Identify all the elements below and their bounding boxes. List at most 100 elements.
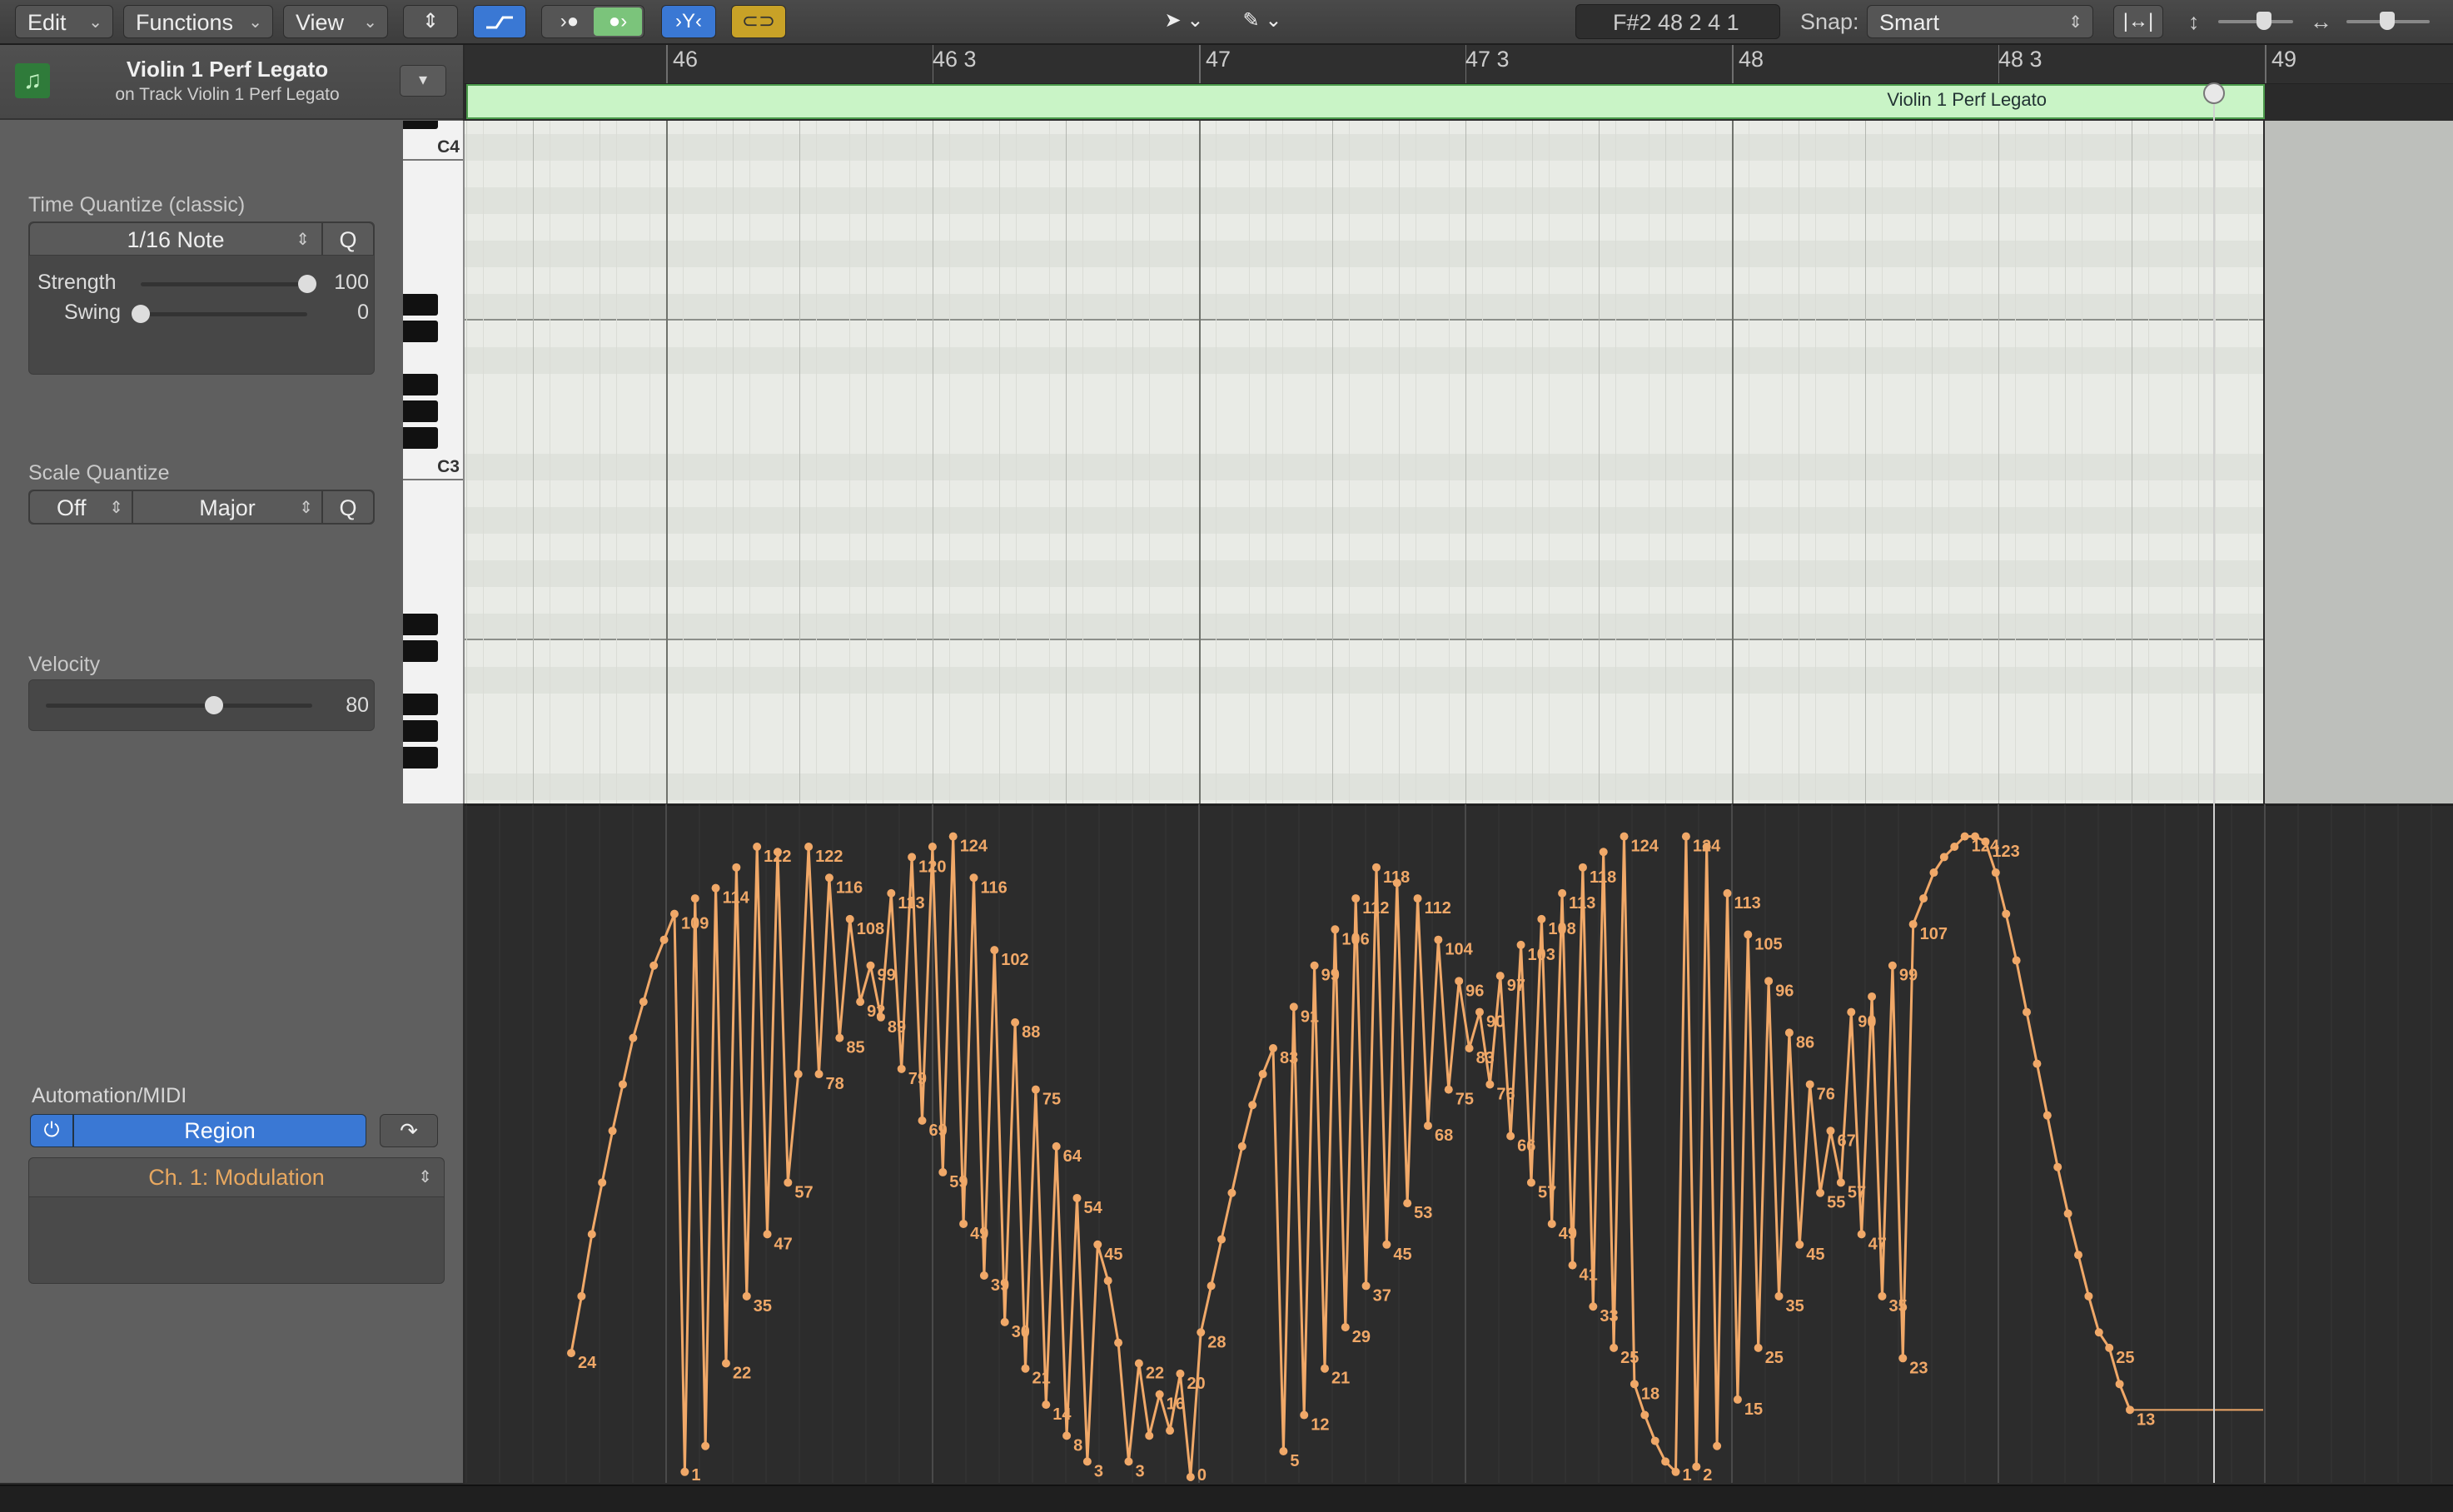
- automation-point[interactable]: [1031, 1085, 1040, 1094]
- automation-point[interactable]: [1723, 888, 1732, 898]
- automation-point[interactable]: [1341, 1323, 1350, 1332]
- automation-point[interactable]: [1744, 930, 1753, 939]
- automation-point[interactable]: [1072, 1193, 1082, 1202]
- black-key[interactable]: [403, 614, 438, 635]
- automation-point[interactable]: [1258, 1070, 1267, 1079]
- automation-point[interactable]: [1392, 878, 1401, 888]
- vertical-zoom-knob[interactable]: [2256, 12, 2271, 30]
- automation-mode-button[interactable]: Region: [73, 1114, 366, 1147]
- automation-point[interactable]: [1857, 1230, 1866, 1239]
- automation-point[interactable]: [639, 997, 648, 1007]
- automation-point[interactable]: [1207, 1281, 1216, 1291]
- automation-point[interactable]: [1269, 1044, 1278, 1053]
- automation-point[interactable]: [2115, 1380, 2124, 1389]
- automation-point[interactable]: [1093, 1240, 1102, 1249]
- automation-point[interactable]: [1692, 1462, 1701, 1471]
- automation-point[interactable]: [1413, 894, 1422, 903]
- automation-point[interactable]: [1495, 972, 1505, 981]
- piano-roll-grid[interactable]: [465, 121, 2263, 803]
- automation-point[interactable]: [753, 843, 762, 852]
- black-key[interactable]: [403, 640, 438, 662]
- black-key[interactable]: [403, 374, 438, 395]
- pencil-tool-menu[interactable]: ✎ ⌄: [1229, 5, 1296, 38]
- automation-point[interactable]: [1516, 940, 1525, 949]
- automation-point[interactable]: [1908, 920, 1918, 929]
- automation-point[interactable]: [845, 914, 854, 923]
- automation-point[interactable]: [577, 1291, 586, 1301]
- automation-point[interactable]: [1816, 1188, 1825, 1197]
- automation-point[interactable]: [1950, 843, 1959, 852]
- automation-point[interactable]: [1134, 1359, 1143, 1368]
- automation-point[interactable]: [1145, 1431, 1154, 1440]
- automation-point[interactable]: [1558, 888, 1567, 898]
- automation-point[interactable]: [1321, 1364, 1330, 1373]
- automation-point[interactable]: [2074, 1251, 2083, 1260]
- automation-point[interactable]: [1589, 1302, 1598, 1311]
- automation-point[interactable]: [680, 1467, 689, 1476]
- automation-point[interactable]: [1186, 1473, 1195, 1481]
- automation-point[interactable]: [1052, 1141, 1061, 1151]
- automation-point[interactable]: [1805, 1080, 1814, 1089]
- black-key[interactable]: [403, 294, 438, 316]
- scale-quantize-q-button[interactable]: Q: [322, 490, 374, 524]
- automation-point[interactable]: [1702, 843, 1711, 852]
- automation-point[interactable]: [918, 1116, 927, 1125]
- automation-point[interactable]: [1650, 1436, 1659, 1445]
- automation-point[interactable]: [618, 1080, 627, 1089]
- automation-point[interactable]: [1764, 977, 1774, 986]
- black-key[interactable]: [403, 321, 438, 342]
- automation-point[interactable]: [773, 848, 782, 857]
- automation-curve-button[interactable]: ↷: [380, 1114, 438, 1147]
- collapse-tool-button[interactable]: ⇕: [403, 5, 458, 38]
- automation-point[interactable]: [1713, 1441, 1722, 1450]
- automation-point[interactable]: [1733, 1395, 1742, 1404]
- automation-point[interactable]: [1888, 961, 1897, 970]
- horizontal-zoom-knob[interactable]: [2380, 12, 2395, 30]
- automation-point[interactable]: [876, 1012, 885, 1022]
- swing-knob[interactable]: [132, 305, 150, 323]
- automation-point[interactable]: [969, 873, 978, 883]
- automation-point[interactable]: [1847, 1007, 1856, 1017]
- automation-point[interactable]: [2063, 1209, 2072, 1218]
- automation-point[interactable]: [897, 1064, 906, 1073]
- automation-point[interactable]: [732, 863, 741, 872]
- region-inspector-toggle[interactable]: ▾: [400, 65, 446, 97]
- link-button[interactable]: ⊂⊃: [731, 5, 786, 38]
- automation-point[interactable]: [1836, 1178, 1845, 1187]
- automation-point[interactable]: [742, 1291, 751, 1301]
- automation-point[interactable]: [1868, 992, 1877, 1001]
- automation-point[interactable]: [804, 843, 814, 852]
- automation-point[interactable]: [629, 1033, 638, 1042]
- automation-point[interactable]: [887, 888, 896, 898]
- strength-knob[interactable]: [298, 275, 316, 293]
- automation-point[interactable]: [701, 1441, 710, 1450]
- automation-point[interactable]: [979, 1271, 988, 1281]
- midi-in-out-buttons[interactable]: ›● ●›: [541, 5, 644, 38]
- automation-point[interactable]: [1361, 1281, 1371, 1291]
- black-key[interactable]: [403, 694, 438, 715]
- automation-point[interactable]: [1537, 914, 1546, 923]
- automation-point[interactable]: [1310, 961, 1319, 970]
- automation-point[interactable]: [938, 1167, 948, 1176]
- black-key[interactable]: [403, 400, 438, 422]
- automation-point[interactable]: [784, 1178, 793, 1187]
- automation-point[interactable]: [814, 1070, 823, 1079]
- automation-point[interactable]: [2105, 1343, 2114, 1352]
- automation-point[interactable]: [1289, 1002, 1298, 1012]
- automation-point[interactable]: [1599, 848, 1608, 857]
- view-menu[interactable]: View ⌄: [283, 5, 388, 38]
- automation-point[interactable]: [669, 909, 679, 918]
- automation-point[interactable]: [1506, 1132, 1515, 1141]
- vertical-zoom-slider[interactable]: [2218, 20, 2293, 23]
- automation-point[interactable]: [1103, 1276, 1112, 1286]
- automation-point[interactable]: [1784, 1028, 1794, 1037]
- automation-point[interactable]: [1485, 1080, 1495, 1089]
- automation-point[interactable]: [598, 1178, 607, 1187]
- automation-point[interactable]: [1620, 832, 1629, 841]
- automation-point[interactable]: [1991, 868, 2000, 878]
- automation-point[interactable]: [1403, 1199, 1412, 1208]
- automation-point[interactable]: [649, 961, 659, 970]
- automation-point[interactable]: [1568, 1261, 1577, 1270]
- automation-point[interactable]: [1062, 1431, 1072, 1440]
- automation-point[interactable]: [1578, 863, 1587, 872]
